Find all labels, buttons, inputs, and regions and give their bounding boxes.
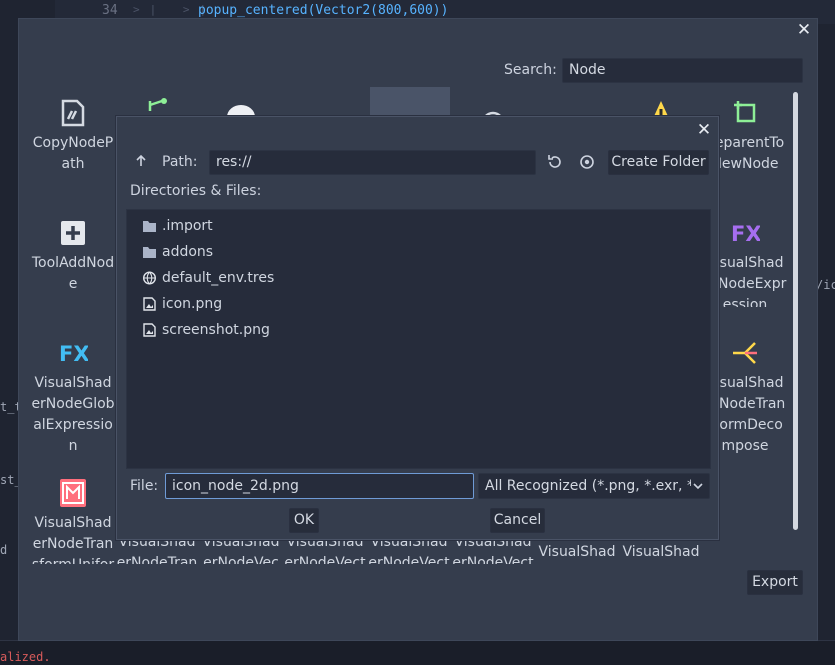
fx-icon: FX [59, 342, 88, 366]
file-name: screenshot.png [162, 322, 270, 338]
refresh-icon[interactable] [545, 152, 565, 172]
reparent-icon [734, 101, 756, 123]
icon-item[interactable] [619, 87, 703, 117]
chevron-down-icon [691, 476, 705, 496]
warning-icon [653, 101, 669, 117]
file-label: File: [130, 478, 159, 494]
code-text: popup_centered(Vector2(800,600)) [198, 3, 449, 18]
icon-item-label: VisualShaderNodeTransformUniform [32, 515, 114, 564]
sphere-icon [395, 97, 425, 117]
image-file-icon [143, 297, 156, 311]
folder-icon [143, 221, 156, 232]
icon-item-label: VisualShaderNodeV [538, 544, 616, 560]
close-icon[interactable]: ✕ [694, 119, 714, 141]
icon-item[interactable] [451, 87, 535, 117]
file-name: .import [162, 218, 213, 234]
path-label: Path: [162, 154, 198, 170]
path-input[interactable]: res:// [209, 150, 536, 175]
copy-node-path-icon [61, 99, 85, 127]
icon-item-label: VisualShaderNodeV [622, 544, 700, 560]
toggle-hidden-eye-icon[interactable] [577, 152, 597, 172]
icon-item[interactable] [283, 87, 367, 117]
folder-icon [143, 247, 156, 258]
svg-text:FX: FX [59, 342, 88, 366]
icon-item[interactable] [115, 87, 199, 117]
svg-text:FX: FX [731, 222, 760, 246]
image-file-icon [143, 323, 156, 337]
create-folder-button[interactable]: Create Folder [608, 150, 709, 175]
circle-icon [310, 97, 340, 117]
file-dialog: ✕ Path: res:// Create Folder Directories… [116, 116, 719, 540]
globe-resource-icon [142, 271, 157, 285]
grid-scrollbar[interactable] [793, 92, 798, 530]
icon-item-visual-shader-global-expression[interactable]: FX VisualShaderNodeGlobalExpression [31, 327, 115, 467]
icon-item-tool-add-node[interactable]: ToolAddNode [31, 207, 115, 307]
transform-uniform-icon [60, 479, 86, 507]
icon-item-selected[interactable] [370, 87, 450, 117]
grid-icon [562, 97, 592, 117]
icon-item-visual-shader-transform-uniform[interactable]: VisualShaderNodeTransformUniform [31, 467, 115, 564]
node-connect-icon [148, 98, 167, 111]
file-name-input[interactable]: icon_node_2d.png [165, 473, 474, 499]
file-filter-select[interactable]: All Recognized (*.png, *.exr, * [478, 473, 710, 499]
line-number: 34 [102, 3, 118, 18]
output-panel [0, 640, 835, 665]
search-label: Search: [504, 62, 557, 78]
cloud-shape-icon [227, 105, 255, 117]
icon-item[interactable]: VisualShaderNodeV [535, 542, 619, 564]
file-name: addons [162, 244, 214, 260]
file-list[interactable]: .import addons default_env.tres icon.png [126, 209, 711, 469]
close-icon[interactable]: ✕ [794, 19, 814, 41]
transform-decompose-icon [733, 342, 757, 364]
code-fragment: d [0, 543, 8, 557]
icon-item-label: CopyNodePath [32, 135, 114, 172]
file-name: default_env.tres [162, 270, 275, 286]
tool-add-node-icon [61, 221, 85, 245]
icon-item[interactable] [199, 87, 283, 117]
icon-item-label: ToolAddNode [31, 255, 115, 292]
output-text: alized. [0, 650, 51, 664]
icon-item[interactable]: VisualShaderNodeV [619, 542, 703, 564]
icon-item[interactable] [535, 87, 619, 117]
ok-button[interactable]: OK [289, 508, 319, 533]
icon-item-copy-node-path[interactable]: CopyNodePath [31, 87, 115, 207]
directories-files-label: Directories & Files: [130, 183, 262, 199]
export-button[interactable]: Export [747, 570, 803, 595]
cancel-button[interactable]: Cancel [490, 508, 545, 533]
code-fragment: /ic [816, 278, 835, 292]
file-filter-value: All Recognized (*.png, *.exr, * [485, 478, 694, 494]
ring-icon [483, 111, 503, 117]
file-name: icon.png [162, 296, 223, 312]
fx-icon: FX [731, 222, 760, 246]
search-input[interactable]: Node [562, 58, 803, 83]
icon-item-label: VisualShaderNodeGlobalExpression [31, 375, 115, 454]
parent-folder-arrow-icon[interactable] [133, 152, 149, 170]
